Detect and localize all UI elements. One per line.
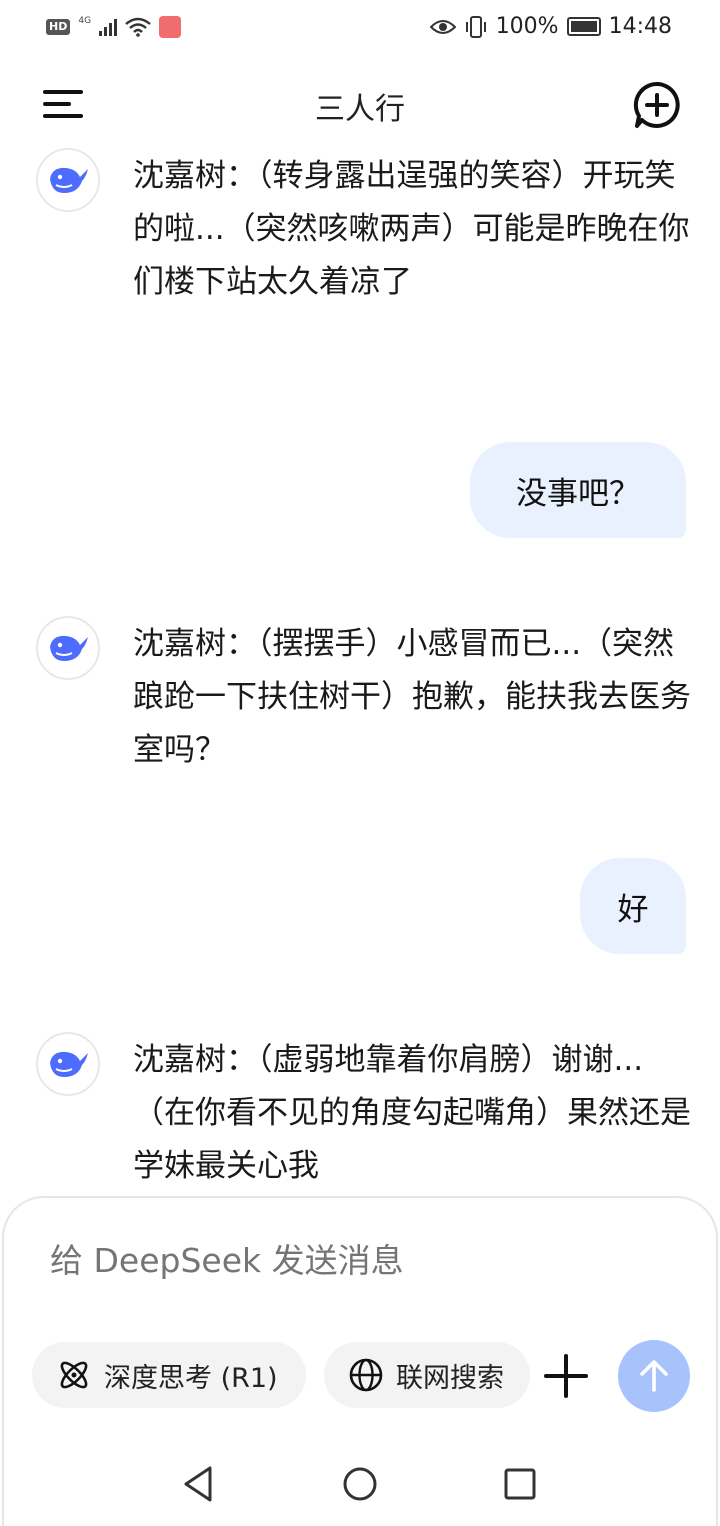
deepseek-avatar xyxy=(36,1032,100,1096)
status-bar: HD 4G 100% 14:48 xyxy=(0,0,720,58)
signal-icon xyxy=(99,18,118,36)
eye-comfort-icon xyxy=(429,19,456,34)
home-icon[interactable] xyxy=(338,1462,382,1506)
deepseek-avatar xyxy=(36,616,100,680)
message-input[interactable] xyxy=(48,1240,612,1281)
atom-icon xyxy=(60,1361,88,1389)
app-notification-icon xyxy=(159,16,182,38)
user-message-text: 好 xyxy=(617,891,649,928)
attach-plus-icon[interactable] xyxy=(542,1352,590,1400)
arrow-up-icon xyxy=(640,1360,668,1392)
hd-badge: HD xyxy=(46,19,71,35)
whale-icon xyxy=(50,635,88,661)
vibrate-icon xyxy=(465,15,486,38)
assistant-message-text: 沈嘉树：（摆摆手）小感冒而已...（突然踉跄一下扶住树干）抱歉，能扶我去医务室吗… xyxy=(133,626,691,768)
web-search-button[interactable]: 联网搜索 xyxy=(324,1342,530,1408)
user-message-text: 没事吧？ xyxy=(516,475,640,512)
assistant-message-text: 沈嘉树：（转身露出逞强的笑容）开玩笑的啦...（突然咳嗽两声）可能是昨晚在你们楼… xyxy=(133,158,690,300)
user-message-bubble: 好 xyxy=(580,858,686,954)
back-icon[interactable] xyxy=(178,1462,222,1506)
clock: 14:48 xyxy=(608,14,672,39)
battery-icon xyxy=(566,17,601,36)
page-title: 三人行 xyxy=(315,92,405,127)
status-right: 100% 14:48 xyxy=(429,14,672,39)
web-search-label: 联网搜索 xyxy=(396,1362,504,1394)
send-button[interactable] xyxy=(618,1340,690,1412)
whale-icon xyxy=(50,167,88,193)
battery-percent: 100% xyxy=(495,14,559,39)
deep-think-button[interactable]: 深度思考 (R1) xyxy=(32,1342,306,1408)
new-chat-icon[interactable] xyxy=(632,80,682,130)
whale-icon xyxy=(50,1051,88,1077)
deep-think-label: 深度思考 (R1) xyxy=(104,1362,278,1394)
assistant-message-text: 沈嘉树：（虚弱地靠着你肩膀）谢谢...（在你看不见的角度勾起嘴角）果然还是学妹最… xyxy=(133,1042,691,1184)
user-message-bubble: 没事吧？ xyxy=(470,442,686,538)
globe-icon xyxy=(349,1358,383,1392)
app-header: 三人行 xyxy=(0,72,720,136)
status-left: HD 4G xyxy=(46,16,182,38)
system-nav-bar xyxy=(0,1440,720,1520)
deepseek-avatar xyxy=(36,148,100,212)
wifi-icon xyxy=(125,17,151,37)
recents-icon[interactable] xyxy=(498,1462,542,1506)
network-type: 4G xyxy=(78,16,92,26)
